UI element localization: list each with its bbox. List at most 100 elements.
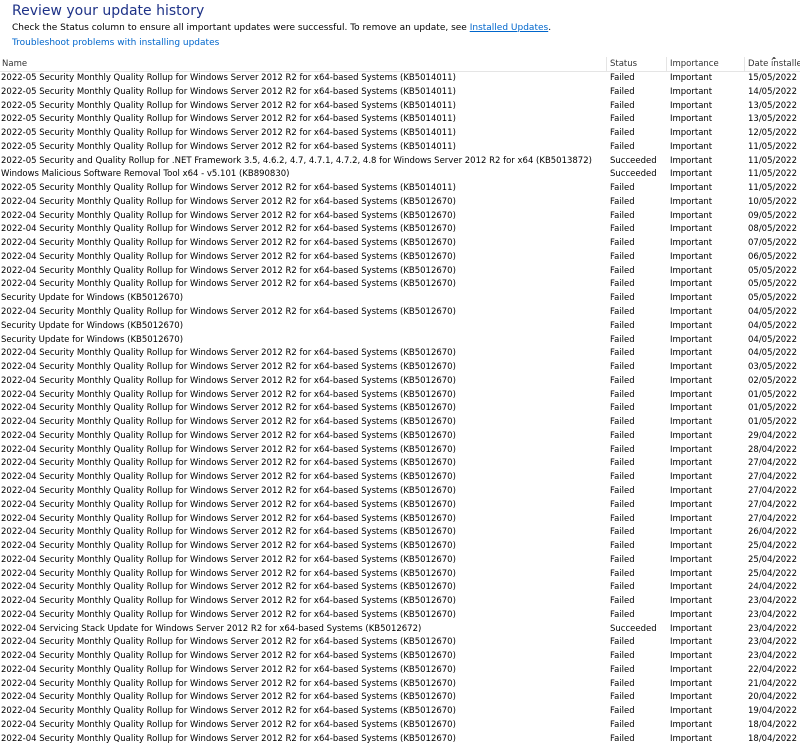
table-row[interactable]: 2022-05 Security Monthly Quality Rollup …: [0, 182, 800, 196]
table-row[interactable]: 2022-04 Security Monthly Quality Rollup …: [0, 251, 800, 265]
table-row[interactable]: 2022-04 Security Monthly Quality Rollup …: [0, 278, 800, 292]
date-installed-cell: 11/05/2022: [748, 183, 797, 194]
status-cell: Failed: [610, 86, 635, 97]
update-name-cell: 2022-04 Servicing Stack Update for Windo…: [1, 623, 422, 634]
date-installed-cell: 23/04/2022: [748, 623, 797, 634]
table-row[interactable]: Windows Malicious Software Removal Tool …: [0, 168, 800, 182]
column-header-name[interactable]: Name: [0, 57, 606, 71]
table-row[interactable]: Security Update for Windows (KB5012670) F…: [0, 292, 800, 306]
table-row[interactable]: 2022-04 Security Monthly Quality Rollup …: [0, 237, 800, 251]
update-name-cell: Security Update for Windows (KB5012670): [1, 334, 184, 345]
update-name-cell: 2022-04 Security Monthly Quality Rollup …: [1, 485, 456, 496]
status-cell: Failed: [610, 541, 635, 552]
date-installed-cell: 21/04/2022: [748, 678, 797, 689]
status-cell: Failed: [610, 362, 635, 373]
status-cell: Failed: [610, 719, 635, 730]
table-row[interactable]: 2022-05 Security Monthly Quality Rollup …: [0, 127, 800, 141]
update-name-cell: 2022-04 Security Monthly Quality Rollup …: [1, 596, 456, 607]
table-row[interactable]: 2022-04 Security Monthly Quality Rollup …: [0, 513, 800, 527]
table-row[interactable]: 2022-04 Security Monthly Quality Rollup …: [0, 196, 800, 210]
update-name-cell: 2022-04 Security Monthly Quality Rollup …: [1, 444, 456, 455]
table-row[interactable]: 2022-04 Security Monthly Quality Rollup …: [0, 526, 800, 540]
update-name-cell: 2022-05 Security and Quality Rollup for …: [1, 155, 592, 166]
date-installed-cell: 27/04/2022: [748, 499, 797, 510]
date-installed-cell: 13/05/2022: [748, 114, 797, 125]
table-row[interactable]: 2022-04 Security Monthly Quality Rollup …: [0, 210, 800, 224]
date-installed-cell: 13/05/2022: [748, 100, 797, 111]
table-row[interactable]: 2022-04 Security Monthly Quality Rollup …: [0, 416, 800, 430]
update-name-cell: 2022-04 Security Monthly Quality Rollup …: [1, 664, 456, 675]
table-row[interactable]: 2022-05 Security Monthly Quality Rollup …: [0, 72, 800, 86]
importance-cell: Important: [670, 430, 713, 441]
importance-cell: Important: [670, 334, 713, 345]
table-row[interactable]: 2022-04 Servicing Stack Update for Windo…: [0, 623, 800, 637]
table-row[interactable]: 2022-04 Security Monthly Quality Rollup …: [0, 265, 800, 279]
installed-updates-link[interactable]: Installed Updates: [470, 23, 549, 33]
date-installed-cell: 27/04/2022: [748, 485, 797, 496]
table-row[interactable]: 2022-04 Security Monthly Quality Rollup …: [0, 457, 800, 471]
update-name-cell: 2022-04 Security Monthly Quality Rollup …: [1, 706, 456, 717]
table-row[interactable]: 2022-04 Security Monthly Quality Rollup …: [0, 664, 800, 678]
table-row[interactable]: 2022-04 Security Monthly Quality Rollup …: [0, 719, 800, 733]
table-row[interactable]: 2022-04 Security Monthly Quality Rollup …: [0, 540, 800, 554]
table-row[interactable]: 2022-04 Security Monthly Quality Rollup …: [0, 733, 800, 747]
importance-cell: Important: [670, 719, 713, 730]
table-row[interactable]: 2022-04 Security Monthly Quality Rollup …: [0, 430, 800, 444]
status-cell: Failed: [610, 348, 635, 359]
table-row[interactable]: 2022-05 Security Monthly Quality Rollup …: [0, 86, 800, 100]
table-row[interactable]: 2022-04 Security Monthly Quality Rollup …: [0, 650, 800, 664]
update-name-cell: 2022-04 Security Monthly Quality Rollup …: [1, 348, 456, 359]
status-cell: Failed: [610, 692, 635, 703]
table-row[interactable]: 2022-04 Security Monthly Quality Rollup …: [0, 306, 800, 320]
table-row[interactable]: 2022-04 Security Monthly Quality Rollup …: [0, 609, 800, 623]
table-row[interactable]: 2022-05 Security Monthly Quality Rollup …: [0, 141, 800, 155]
importance-cell: Important: [670, 307, 713, 318]
table-row[interactable]: 2022-04 Security Monthly Quality Rollup …: [0, 347, 800, 361]
table-row[interactable]: 2022-04 Security Monthly Quality Rollup …: [0, 705, 800, 719]
importance-cell: Important: [670, 485, 713, 496]
importance-cell: Important: [670, 472, 713, 483]
date-installed-cell: 05/05/2022: [748, 293, 797, 304]
status-cell: Failed: [610, 238, 635, 249]
date-installed-cell: 27/04/2022: [748, 458, 797, 469]
table-row[interactable]: 2022-04 Security Monthly Quality Rollup …: [0, 402, 800, 416]
table-row[interactable]: 2022-04 Security Monthly Quality Rollup …: [0, 444, 800, 458]
table-row[interactable]: 2022-04 Security Monthly Quality Rollup …: [0, 678, 800, 692]
table-row[interactable]: 2022-04 Security Monthly Quality Rollup …: [0, 636, 800, 650]
update-name-cell: 2022-04 Security Monthly Quality Rollup …: [1, 513, 456, 524]
importance-cell: Important: [670, 609, 713, 620]
troubleshoot-link[interactable]: Troubleshoot problems with installing up…: [12, 37, 219, 49]
importance-cell: Important: [670, 458, 713, 469]
table-row[interactable]: 2022-04 Security Monthly Quality Rollup …: [0, 223, 800, 237]
importance-cell: Important: [670, 651, 713, 662]
table-row[interactable]: 2022-04 Security Monthly Quality Rollup …: [0, 595, 800, 609]
table-row[interactable]: 2022-04 Security Monthly Quality Rollup …: [0, 568, 800, 582]
table-row[interactable]: 2022-04 Security Monthly Quality Rollup …: [0, 375, 800, 389]
table-row[interactable]: 2022-04 Security Monthly Quality Rollup …: [0, 554, 800, 568]
status-cell: Failed: [610, 307, 635, 318]
status-cell: Failed: [610, 141, 635, 152]
column-header-importance[interactable]: Importance: [667, 57, 744, 71]
table-row[interactable]: 2022-04 Security Monthly Quality Rollup …: [0, 485, 800, 499]
table-row[interactable]: 2022-05 Security Monthly Quality Rollup …: [0, 113, 800, 127]
table-row[interactable]: 2022-04 Security Monthly Quality Rollup …: [0, 471, 800, 485]
table-row[interactable]: 2022-04 Security Monthly Quality Rollup …: [0, 499, 800, 513]
column-header-date-installed[interactable]: Date installed: [745, 57, 800, 71]
importance-cell: Important: [670, 596, 713, 607]
table-row[interactable]: 2022-04 Security Monthly Quality Rollup …: [0, 389, 800, 403]
importance-cell: Important: [670, 293, 713, 304]
description-text: Check the Status column to ensure all im…: [12, 23, 470, 33]
table-row[interactable]: Security Update for Windows (KB5012670) F…: [0, 334, 800, 348]
date-installed-cell: 02/05/2022: [748, 375, 797, 386]
table-row[interactable]: 2022-05 Security Monthly Quality Rollup …: [0, 100, 800, 114]
date-installed-cell: 22/04/2022: [748, 664, 797, 675]
table-row[interactable]: 2022-05 Security and Quality Rollup for …: [0, 155, 800, 169]
table-body: 2022-05 Security Monthly Quality Rollup …: [0, 72, 800, 747]
table-row[interactable]: 2022-04 Security Monthly Quality Rollup …: [0, 581, 800, 595]
importance-cell: Important: [670, 210, 713, 221]
status-cell: Failed: [610, 527, 635, 538]
table-row[interactable]: Security Update for Windows (KB5012670) F…: [0, 320, 800, 334]
table-row[interactable]: 2022-04 Security Monthly Quality Rollup …: [0, 361, 800, 375]
column-header-status[interactable]: Status: [607, 57, 666, 71]
table-row[interactable]: 2022-04 Security Monthly Quality Rollup …: [0, 691, 800, 705]
